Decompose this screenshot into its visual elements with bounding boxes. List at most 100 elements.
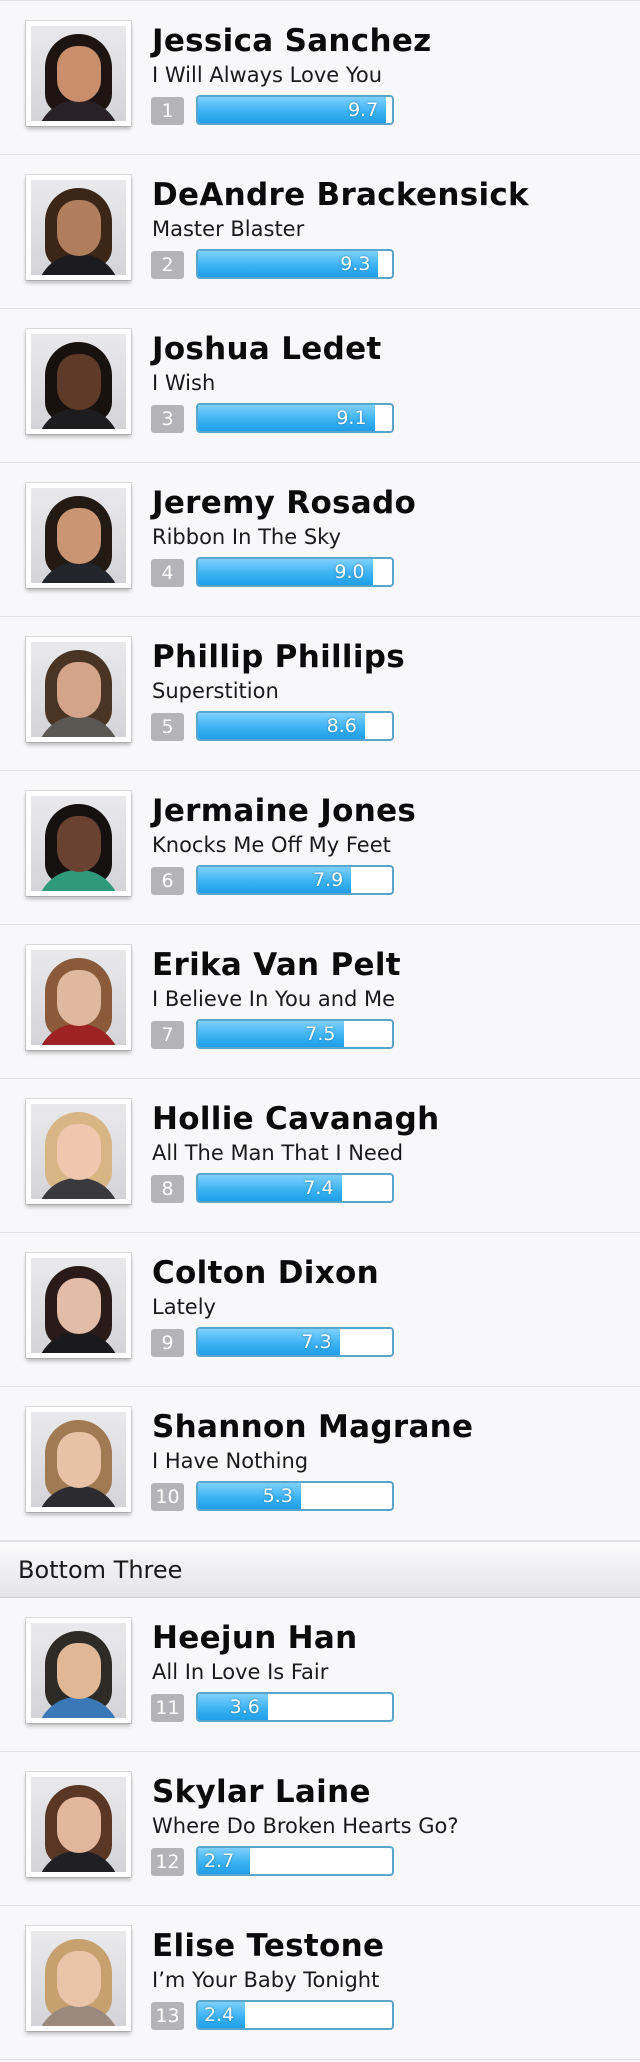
contestant-row[interactable]: Joshua Ledet I Wish 3 9.1 <box>0 309 640 463</box>
contestant-photo <box>26 945 131 1050</box>
contestant-name: Joshua Ledet <box>152 331 382 367</box>
face-shape <box>57 1124 101 1180</box>
rank-badge: 10 <box>151 1483 184 1511</box>
contestant-photo <box>26 637 131 742</box>
score-value: 2.7 <box>204 1850 235 1872</box>
score-bar-fill: 2.4 <box>198 2002 245 2028</box>
score-bar: 2.7 <box>196 1846 394 1876</box>
contestant-photo <box>26 1099 131 1204</box>
face-shape <box>57 816 101 872</box>
contestant-photo <box>26 21 131 126</box>
score-bar: 7.5 <box>196 1019 394 1049</box>
score-bar-fill: 8.6 <box>198 713 365 739</box>
ranked-list: Jessica Sanchez I Will Always Love You 1 9.… <box>0 0 640 1541</box>
score-bar: 2.4 <box>196 2000 394 2030</box>
song-title: Ribbon In The Sky <box>152 525 341 549</box>
contestant-name: Elise Testone <box>152 1928 385 1964</box>
contestant-name: Colton Dixon <box>152 1255 379 1291</box>
score-bar: 9.3 <box>196 249 394 279</box>
contestant-name: Phillip Phillips <box>152 639 406 675</box>
contestant-name: Hollie Cavanagh <box>152 1101 440 1137</box>
score-bar: 9.1 <box>196 403 394 433</box>
song-title: I Believe In You and Me <box>152 987 396 1011</box>
section-header-bottom-three: Bottom Three <box>0 1541 640 1598</box>
face-shape <box>57 1432 101 1488</box>
contestant-row[interactable]: Elise Testone I’m Your Baby Tonight 13 2.4 <box>0 1906 640 2060</box>
face-shape <box>57 508 101 564</box>
score-bar-fill: 2.7 <box>198 1848 251 1874</box>
contestant-row[interactable]: Erika Van Pelt I Believe In You and Me 7 7.… <box>0 925 640 1079</box>
rank-badge: 11 <box>151 1694 184 1722</box>
score-bar-fill: 9.1 <box>198 405 375 431</box>
rank-badge: 9 <box>151 1329 184 1357</box>
score-bar: 3.6 <box>196 1692 394 1722</box>
song-title: I Will Always Love You <box>152 63 383 87</box>
score-bar-fill: 7.9 <box>198 867 352 893</box>
contestant-row[interactable]: Skylar Laine Where Do Broken Hearts Go? 12… <box>0 1752 640 1906</box>
score-value: 2.4 <box>204 2004 235 2026</box>
contestant-photo <box>26 329 131 434</box>
face-shape <box>57 970 101 1026</box>
score-value: 5.3 <box>262 1485 293 1507</box>
rank-badge: 13 <box>151 2002 184 2030</box>
score-bar-fill: 5.3 <box>198 1483 301 1509</box>
contestant-row[interactable]: Jermaine Jones Knocks Me Off My Feet 6 7.9 <box>0 771 640 925</box>
score-value: 3.6 <box>229 1696 260 1718</box>
score-bar: 7.4 <box>196 1173 394 1203</box>
score-value: 9.3 <box>340 253 371 275</box>
rank-badge: 4 <box>151 559 184 587</box>
song-title: Where Do Broken Hearts Go? <box>152 1814 459 1838</box>
contestant-name: Heejun Han <box>152 1620 358 1656</box>
score-value: 7.3 <box>301 1331 332 1353</box>
contestant-row[interactable]: Heejun Han All In Love Is Fair 11 3.6 <box>0 1598 640 1752</box>
score-value: 8.6 <box>326 715 357 737</box>
score-bar-fill: 9.3 <box>198 251 379 277</box>
rank-badge: 7 <box>151 1021 184 1049</box>
song-title: Knocks Me Off My Feet <box>152 833 391 857</box>
face-shape <box>57 46 101 102</box>
contestant-photo <box>26 1926 131 2031</box>
rank-badge: 6 <box>151 867 184 895</box>
score-bar: 7.3 <box>196 1327 394 1357</box>
contestant-photo <box>26 1618 131 1723</box>
rank-badge: 3 <box>151 405 184 433</box>
rank-badge: 8 <box>151 1175 184 1203</box>
face-shape <box>57 1951 101 2007</box>
contestant-name: Erika Van Pelt <box>152 947 401 983</box>
score-value: 7.4 <box>303 1177 334 1199</box>
song-title: I’m Your Baby Tonight <box>152 1968 380 1992</box>
song-title: I Have Nothing <box>152 1449 309 1473</box>
contestant-row[interactable]: DeAndre Brackensick Master Blaster 2 9.3 <box>0 155 640 309</box>
score-bar-fill: 7.5 <box>198 1021 344 1047</box>
face-shape <box>57 662 101 718</box>
rank-badge: 5 <box>151 713 184 741</box>
contestant-row[interactable]: Jeremy Rosado Ribbon In The Sky 4 9.0 <box>0 463 640 617</box>
face-shape <box>57 1278 101 1334</box>
contestant-row[interactable]: Shannon Magrane I Have Nothing 10 5.3 <box>0 1387 640 1541</box>
score-bar-fill: 7.3 <box>198 1329 340 1355</box>
contestant-row[interactable]: Colton Dixon Lately 9 7.3 <box>0 1233 640 1387</box>
contestant-row[interactable]: Hollie Cavanagh All The Man That I Need 8 7… <box>0 1079 640 1233</box>
score-bar: 9.0 <box>196 557 394 587</box>
contestant-list: Jessica Sanchez I Will Always Love You 1 9.… <box>0 0 640 2060</box>
score-bar-fill: 9.7 <box>198 97 387 123</box>
bottom-three-list: Heejun Han All In Love Is Fair 11 3.6 Skylar… <box>0 1598 640 2060</box>
song-title: Superstition <box>152 679 279 703</box>
contestant-photo <box>26 791 131 896</box>
rank-badge: 1 <box>151 97 184 125</box>
face-shape <box>57 1643 101 1699</box>
contestant-row[interactable]: Jessica Sanchez I Will Always Love You 1 9.… <box>0 0 640 155</box>
score-value: 9.1 <box>336 407 367 429</box>
contestant-photo <box>26 483 131 588</box>
section-title: Bottom Three <box>18 1556 183 1584</box>
face-shape <box>57 1797 101 1853</box>
song-title: Master Blaster <box>152 217 305 241</box>
score-bar: 5.3 <box>196 1481 394 1511</box>
face-shape <box>57 354 101 410</box>
song-title: I Wish <box>152 371 216 395</box>
contestant-name: Shannon Magrane <box>152 1409 474 1445</box>
contestant-photo <box>26 1407 131 1512</box>
rank-badge: 12 <box>151 1848 184 1876</box>
score-value: 7.9 <box>313 869 344 891</box>
contestant-row[interactable]: Phillip Phillips Superstition 5 8.6 <box>0 617 640 771</box>
